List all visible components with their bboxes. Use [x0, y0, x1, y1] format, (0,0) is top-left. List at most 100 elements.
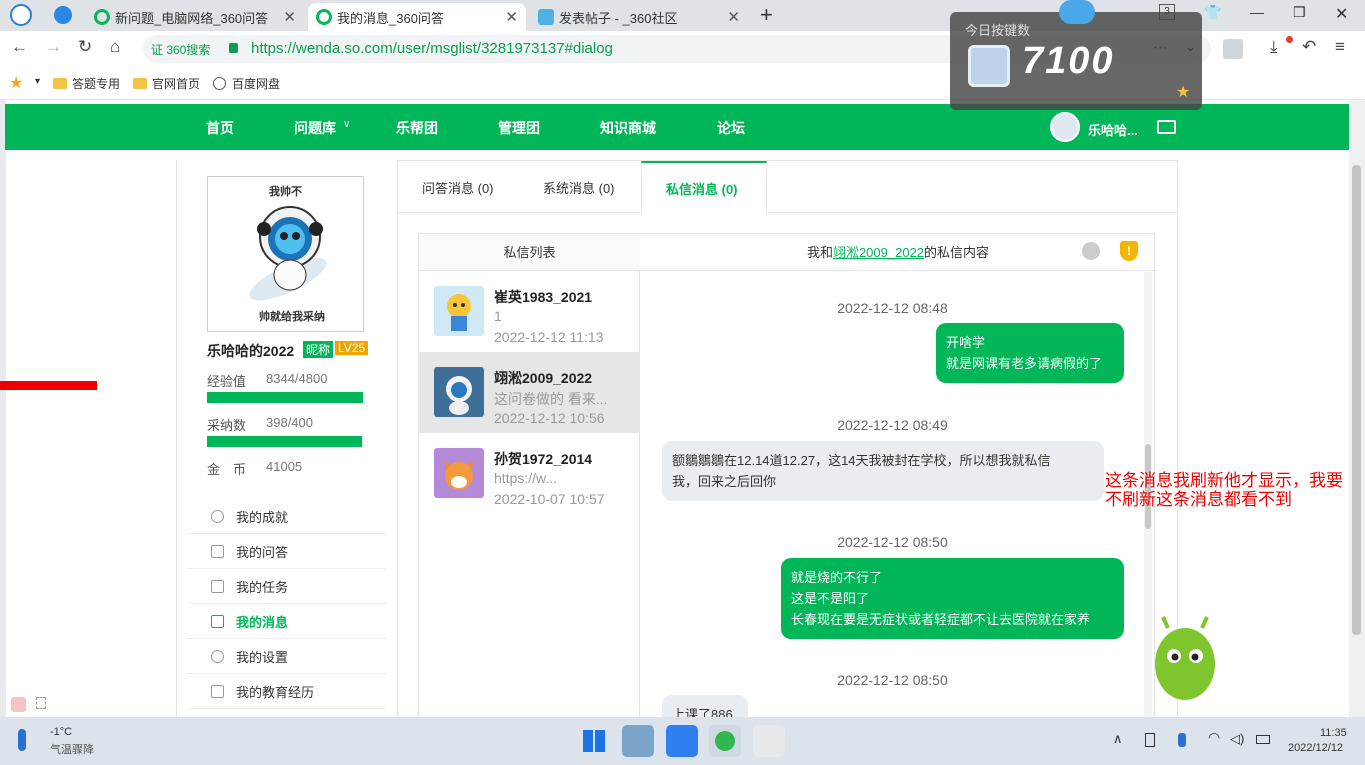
- exp-value: 8344/4800: [266, 371, 328, 386]
- adopt-value: 398/400: [266, 415, 313, 430]
- menu-achievements[interactable]: 我的成就: [187, 499, 387, 534]
- input-method-icon[interactable]: [11, 697, 26, 712]
- close-window-button[interactable]: ✕: [1335, 4, 1348, 24]
- pm-container: 私信列表 崔英1983_2021 1 2022-12-12 11:13 翊淞20…: [418, 233, 1156, 724]
- reload-icon[interactable]: ↻: [78, 37, 92, 57]
- chevron-down-icon[interactable]: ∨: [343, 119, 350, 130]
- usb-icon[interactable]: [1145, 733, 1155, 747]
- mail-icon[interactable]: [1157, 120, 1176, 134]
- pm-list-header: 私信列表: [419, 234, 640, 271]
- medal-icon: [211, 509, 224, 523]
- page-scrollbar[interactable]: [1349, 100, 1365, 717]
- skin-icon[interactable]: 👕: [1204, 4, 1221, 21]
- restore-button[interactable]: ❐: [1293, 4, 1306, 21]
- expand-icon[interactable]: [36, 697, 46, 709]
- nav-home[interactable]: 首页: [206, 118, 234, 138]
- bookmark-baidu-pan[interactable]: 百度网盘: [213, 75, 280, 92]
- url-text[interactable]: https://wenda.so.com/user/msglist/328197…: [251, 40, 613, 57]
- minimize-button[interactable]: —: [1250, 4, 1264, 20]
- office-app-icon[interactable]: [753, 725, 785, 757]
- pm-username: 翊淞2009_2022: [494, 370, 593, 386]
- globe-icon: [213, 77, 226, 90]
- tab-post-thread[interactable]: 发表帖子 - _360社区 ✕: [530, 3, 748, 31]
- close-icon[interactable]: ✕: [727, 8, 740, 26]
- gallery-app-icon[interactable]: [622, 725, 654, 757]
- new-tab-button[interactable]: +: [760, 2, 773, 28]
- wifi-icon[interactable]: ◠: [1208, 729, 1220, 746]
- pm-username: 孙贺1972_2014: [494, 451, 593, 467]
- clock-time[interactable]: 11:35: [1320, 727, 1347, 739]
- coin-label: 金 币: [207, 462, 247, 477]
- list-item[interactable]: 孙贺1972_2014 https://w... 2022-10-07 10:5…: [419, 433, 640, 514]
- nav-forum[interactable]: 论坛: [717, 118, 745, 138]
- profile-name[interactable]: 乐哈哈的2022: [207, 341, 294, 361]
- undo-icon[interactable]: ↶: [1302, 37, 1316, 57]
- nav-store[interactable]: 知识商城: [600, 118, 656, 138]
- clock-date[interactable]: 2022/12/12: [1288, 742, 1343, 754]
- pm-time: 2022-10-07 10:57: [494, 491, 605, 507]
- keystroke-count: 7100: [1022, 40, 1115, 82]
- nav-username[interactable]: 乐哈哈...: [1088, 120, 1138, 139]
- dialog-user-link[interactable]: 翊淞2009_2022: [833, 245, 924, 260]
- pm-list: 私信列表 崔英1983_2021 1 2022-12-12 11:13 翊淞20…: [419, 234, 640, 724]
- lark-app-icon[interactable]: [666, 725, 698, 757]
- chevron-down-icon[interactable]: ▾: [35, 76, 40, 87]
- tab-my-messages[interactable]: 我的消息_360问答 ✕: [308, 3, 526, 31]
- menu-my-qa[interactable]: 我的问答: [187, 534, 387, 569]
- close-icon[interactable]: ✕: [505, 8, 518, 26]
- menu-tasks[interactable]: 我的任务: [187, 569, 387, 604]
- shield-icon[interactable]: !: [1120, 241, 1138, 261]
- avatar[interactable]: [1050, 112, 1080, 142]
- download-icon[interactable]: ⤓: [1270, 37, 1278, 57]
- pm-preview: 1: [494, 308, 502, 324]
- green-mascot-icon[interactable]: [1148, 612, 1223, 704]
- message-timestamp: 2022-12-12 08:50: [837, 534, 948, 550]
- folder-icon: [53, 78, 67, 89]
- nickname-badge: 昵称: [303, 341, 334, 358]
- start-icon[interactable]: [578, 725, 610, 757]
- list-item[interactable]: 翊淞2009_2022 这问卷做的 看来... 2022-12-12 10:56: [419, 352, 640, 433]
- tab-new-questions[interactable]: 新问题_电脑网络_360问答 ✕: [86, 3, 304, 31]
- bookmark-answer[interactable]: 答题专用: [53, 75, 120, 92]
- bookmark-official[interactable]: 官网首页: [133, 75, 200, 92]
- sidebar-toggle-icon[interactable]: [54, 6, 72, 24]
- message-bubble-sent: 就是烧的不行了 这是不是阳了 长春现在要是无症状或者轻症都不让去医院就在家养: [781, 558, 1124, 639]
- menu-education[interactable]: 我的教育经历: [187, 674, 387, 709]
- chevron-up-icon[interactable]: ∧: [1113, 731, 1123, 747]
- battery-icon[interactable]: [1256, 735, 1270, 744]
- back-icon[interactable]: ←: [11, 37, 28, 57]
- menu-messages[interactable]: 我的消息: [187, 604, 387, 639]
- user-status-icon[interactable]: [1082, 242, 1100, 260]
- home-icon[interactable]: ⌂: [110, 37, 120, 57]
- forward-icon[interactable]: →: [45, 37, 62, 57]
- widget-title: 今日按键数: [965, 23, 1031, 38]
- fox-avatar-icon: [444, 460, 474, 490]
- star-icon[interactable]: ★: [9, 73, 23, 93]
- weather-temp[interactable]: -1°C: [50, 726, 72, 738]
- so-wenda-icon: [94, 9, 110, 25]
- question-icon: [211, 544, 224, 558]
- window-left-edge: [0, 100, 6, 717]
- browser-360-app-icon[interactable]: [709, 725, 741, 757]
- adopt-progress-fill: [207, 436, 363, 447]
- pm-username: 崔英1983_2021: [494, 289, 593, 305]
- input-icon[interactable]: [1178, 733, 1186, 747]
- menu-icon[interactable]: ≡: [1335, 37, 1345, 57]
- nav-question-bank[interactable]: 问题库: [294, 118, 336, 138]
- avatar: [434, 286, 484, 336]
- nav-admins[interactable]: 管理团: [498, 118, 540, 138]
- browser-logo-icon[interactable]: [10, 4, 32, 26]
- tab-qa-messages[interactable]: 问答消息 (0): [398, 161, 518, 213]
- weather-desc[interactable]: 气温骤降: [50, 741, 94, 757]
- list-item[interactable]: 崔英1983_2021 1 2022-12-12 11:13: [419, 271, 640, 352]
- close-icon[interactable]: ✕: [283, 8, 296, 26]
- nav-helpers[interactable]: 乐帮团: [396, 118, 438, 138]
- avatar-caption-top: 我帅不: [269, 186, 302, 198]
- menu-settings[interactable]: 我的设置: [187, 639, 387, 674]
- tab-system-messages[interactable]: 系统消息 (0): [519, 161, 639, 213]
- scrollbar-thumb[interactable]: [1352, 165, 1361, 635]
- volume-icon[interactable]: ◁): [1230, 731, 1244, 747]
- tab-private-messages[interactable]: 私信消息 (0): [641, 161, 767, 214]
- apps-icon[interactable]: [1223, 39, 1243, 59]
- star-icon: ★: [1176, 84, 1191, 101]
